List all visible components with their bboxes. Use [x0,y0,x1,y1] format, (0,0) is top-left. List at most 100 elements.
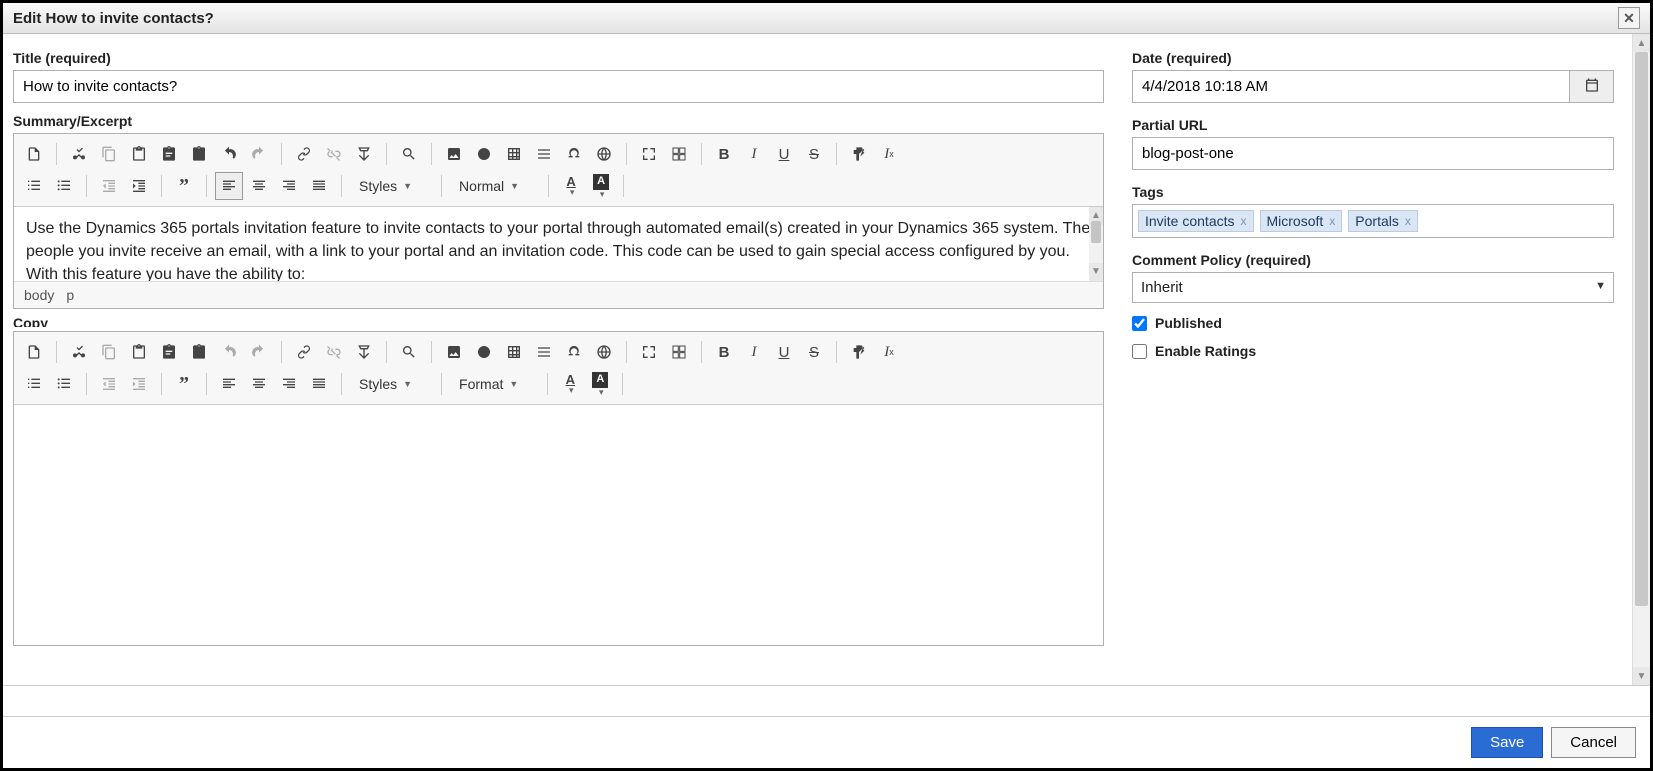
format-dropdown[interactable]: Normal▼ [450,172,540,200]
iframe-icon[interactable] [590,140,618,168]
date-picker-button[interactable] [1570,70,1614,103]
bgcolor-icon[interactable]: A▾ [586,370,614,398]
alignright-icon[interactable] [275,172,303,200]
textcolor-icon[interactable]: A▾ [557,172,585,200]
cancel-button[interactable]: Cancel [1551,727,1636,758]
link-icon[interactable] [290,338,318,366]
blockquote-icon[interactable]: ” [170,172,198,200]
copyformat-icon[interactable] [845,140,873,168]
dialog-close-button[interactable]: ✕ [1618,7,1640,29]
ratings-checkbox[interactable] [1132,344,1147,359]
removeformat-icon[interactable]: Ix [875,338,903,366]
copy-icon[interactable] [95,140,123,168]
aligncenter-icon[interactable] [245,172,273,200]
bgcolor-icon[interactable]: A▾ [587,172,615,200]
aligncenter-icon[interactable] [245,370,273,398]
bullist-icon[interactable] [50,370,78,398]
title-input[interactable] [13,70,1104,103]
comment-policy-select[interactable]: Inherit [1132,272,1614,303]
styles-dropdown[interactable]: Styles▼ [350,370,433,398]
iframe-icon[interactable] [590,338,618,366]
source-icon[interactable] [20,140,48,168]
showblocks-icon[interactable] [665,140,693,168]
bold-icon[interactable]: B [710,140,738,168]
hr-icon[interactable] [530,140,558,168]
scroll-down-icon[interactable]: ▼ [1633,667,1650,685]
scroll-up-icon[interactable]: ▲ [1633,34,1650,52]
indent-icon[interactable] [125,172,153,200]
link-icon[interactable] [290,140,318,168]
outdent-icon[interactable] [95,172,123,200]
tags-input[interactable]: Invite contactsx Microsoftx Portalsx [1132,204,1614,238]
copy-icon[interactable] [95,338,123,366]
strike-icon[interactable]: S [800,338,828,366]
tag-remove-icon[interactable]: x [1329,214,1335,228]
cut-icon[interactable] [65,338,93,366]
italic-icon[interactable]: I [740,140,768,168]
bold-icon[interactable]: B [710,338,738,366]
scroll-thumb[interactable] [1635,52,1648,606]
circle-icon[interactable] [470,140,498,168]
redo-icon[interactable] [245,140,273,168]
alignjustify-icon[interactable] [305,370,333,398]
underline-icon[interactable]: U [770,338,798,366]
italic-icon[interactable]: I [740,338,768,366]
copy-editor-body[interactable] [14,405,1103,645]
paste-text-icon[interactable] [155,140,183,168]
unlink-icon[interactable] [320,140,348,168]
save-button[interactable]: Save [1471,727,1543,758]
redo-icon[interactable] [245,338,273,366]
anchor-icon[interactable] [350,338,378,366]
source-icon[interactable] [20,338,48,366]
specialchar-icon[interactable] [560,338,588,366]
format-dropdown[interactable]: Format▼ [450,370,539,398]
paste-icon[interactable] [125,338,153,366]
bullist-icon[interactable] [50,172,78,200]
summary-scrollbar[interactable]: ▲ ▼ [1089,207,1103,281]
table-icon[interactable] [500,338,528,366]
image-icon[interactable] [440,338,468,366]
anchor-icon[interactable] [350,140,378,168]
blockquote-icon[interactable]: ” [170,370,198,398]
tag-remove-icon[interactable]: x [1405,214,1411,228]
hr-icon[interactable] [530,338,558,366]
find-icon[interactable] [395,140,423,168]
specialchar-icon[interactable] [560,140,588,168]
paste-word-icon[interactable] [185,338,213,366]
numlist-icon[interactable] [20,172,48,200]
alignjustify-icon[interactable] [305,172,333,200]
tag-remove-icon[interactable]: x [1241,214,1247,228]
undo-icon[interactable] [215,140,243,168]
removeformat-icon[interactable]: Ix [875,140,903,168]
maximize-icon[interactable] [635,140,663,168]
image-icon[interactable] [440,140,468,168]
alignleft-icon[interactable] [215,172,243,200]
published-checkbox[interactable] [1132,316,1147,331]
outdent-icon[interactable] [95,370,123,398]
date-input[interactable] [1132,70,1570,103]
find-icon[interactable] [395,338,423,366]
underline-icon[interactable]: U [770,140,798,168]
dialog-scrollbar[interactable]: ▲ ▼ [1632,34,1650,685]
unlink-icon[interactable] [320,338,348,366]
alignleft-icon[interactable] [215,370,243,398]
showblocks-icon[interactable] [665,338,693,366]
textcolor-icon[interactable]: A▾ [556,370,584,398]
cut-icon[interactable] [65,140,93,168]
paste-icon[interactable] [125,140,153,168]
paste-text-icon[interactable] [155,338,183,366]
alignright-icon[interactable] [275,370,303,398]
paste-word-icon[interactable] [185,140,213,168]
summary-editor-body[interactable]: Use the Dynamics 365 portals invitation … [14,207,1103,281]
maximize-icon[interactable] [635,338,663,366]
styles-dropdown[interactable]: Styles▼ [350,172,433,200]
indent-icon[interactable] [125,370,153,398]
table-icon[interactable] [500,140,528,168]
circle-icon[interactable] [470,338,498,366]
strike-icon[interactable]: S [800,140,828,168]
undo-icon[interactable] [215,338,243,366]
summary-element-path[interactable]: bodyp [14,281,1103,308]
numlist-icon[interactable] [20,370,48,398]
partial-url-input[interactable] [1132,137,1614,170]
copyformat-icon[interactable] [845,338,873,366]
